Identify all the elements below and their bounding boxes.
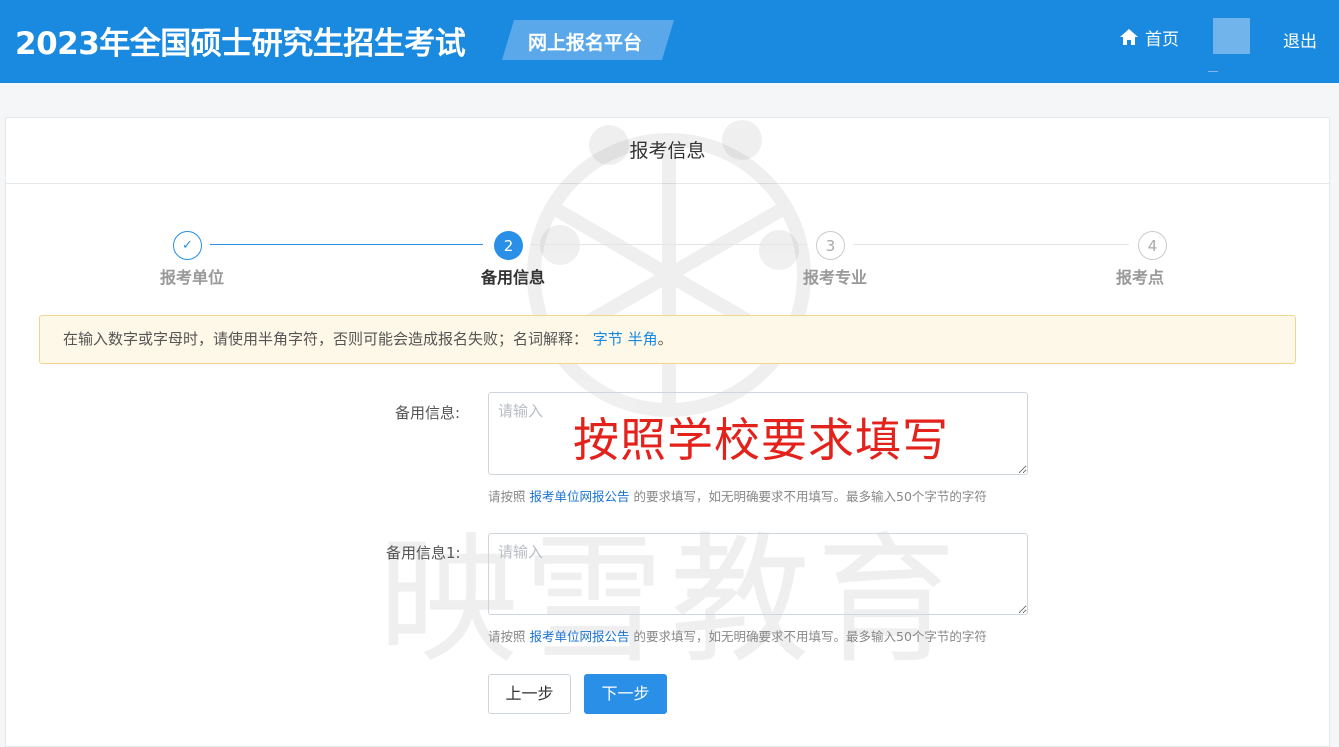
step-connector-2 bbox=[531, 244, 807, 245]
notice-banner: 在输入数字或字母时，请使用半角字符，否则可能会造成报名失败；名词解释： 字节 半… bbox=[39, 315, 1296, 364]
check-icon: ✓ bbox=[182, 238, 193, 253]
avatar[interactable] bbox=[1213, 18, 1250, 54]
backup-info-1-input[interactable] bbox=[488, 533, 1028, 615]
prev-step-button[interactable]: 上一步 bbox=[488, 674, 571, 714]
step-1-label: 报考单位 bbox=[160, 268, 225, 287]
notice-text: 在输入数字或字母时，请使用半角字符，否则可能会造成报名失败；名词解释： bbox=[63, 330, 589, 348]
step-3-number: 3 bbox=[825, 236, 836, 255]
field-1-label: 备用信息: bbox=[395, 404, 461, 422]
notice-link-byte[interactable]: 字节 bbox=[593, 330, 623, 348]
step-4-number: 4 bbox=[1147, 236, 1158, 255]
step-1-circle: ✓ bbox=[173, 231, 202, 260]
annotation-text: 按照学校要求填写 bbox=[573, 413, 949, 467]
home-link[interactable]: 首页 bbox=[1119, 26, 1179, 50]
site-title: 2023年全国硕士研究生招生考试 bbox=[15, 26, 466, 62]
field-2-hint: 请按照 报考单位网报公告 的要求填写，如无明确要求不用填写。最多输入50个字节的… bbox=[488, 626, 987, 645]
step-2-circle: 2 bbox=[494, 231, 523, 260]
avatar-divider bbox=[1208, 71, 1218, 72]
hint-suffix: 的要求填写，如无明确要求不用填写。最多输入50个字节的字符 bbox=[633, 629, 987, 644]
step-connector-1 bbox=[210, 244, 483, 245]
hint-prefix: 请按照 bbox=[488, 629, 526, 644]
step-3-circle: 3 bbox=[816, 231, 845, 260]
step-3-label: 报考专业 bbox=[803, 268, 868, 287]
field-2-label: 备用信息1: bbox=[386, 544, 461, 562]
step-2-label: 备用信息 bbox=[481, 268, 546, 287]
step-4-label: 报考点 bbox=[1116, 268, 1165, 287]
announcement-link[interactable]: 报考单位网报公告 bbox=[530, 629, 630, 644]
logout-link[interactable]: 退出 bbox=[1283, 27, 1317, 52]
notice-end: 。 bbox=[657, 330, 673, 348]
step-2-number: 2 bbox=[503, 236, 514, 255]
field-1-hint: 请按照 报考单位网报公告 的要求填写，如无明确要求不用填写。最多输入50个字节的… bbox=[488, 486, 987, 505]
step-connector-3 bbox=[853, 244, 1129, 245]
announcement-link[interactable]: 报考单位网报公告 bbox=[530, 489, 630, 504]
platform-label: 网上报名平台 bbox=[528, 32, 643, 54]
hint-suffix: 的要求填写，如无明确要求不用填写。最多输入50个字节的字符 bbox=[633, 489, 987, 504]
card-title: 报考信息 bbox=[5, 118, 1330, 184]
step-4-circle: 4 bbox=[1138, 231, 1167, 260]
home-label: 首页 bbox=[1145, 29, 1179, 50]
hint-prefix: 请按照 bbox=[488, 489, 526, 504]
next-step-button[interactable]: 下一步 bbox=[584, 674, 667, 714]
home-icon bbox=[1120, 29, 1138, 45]
notice-link-halfwidth[interactable]: 半角 bbox=[628, 330, 658, 348]
